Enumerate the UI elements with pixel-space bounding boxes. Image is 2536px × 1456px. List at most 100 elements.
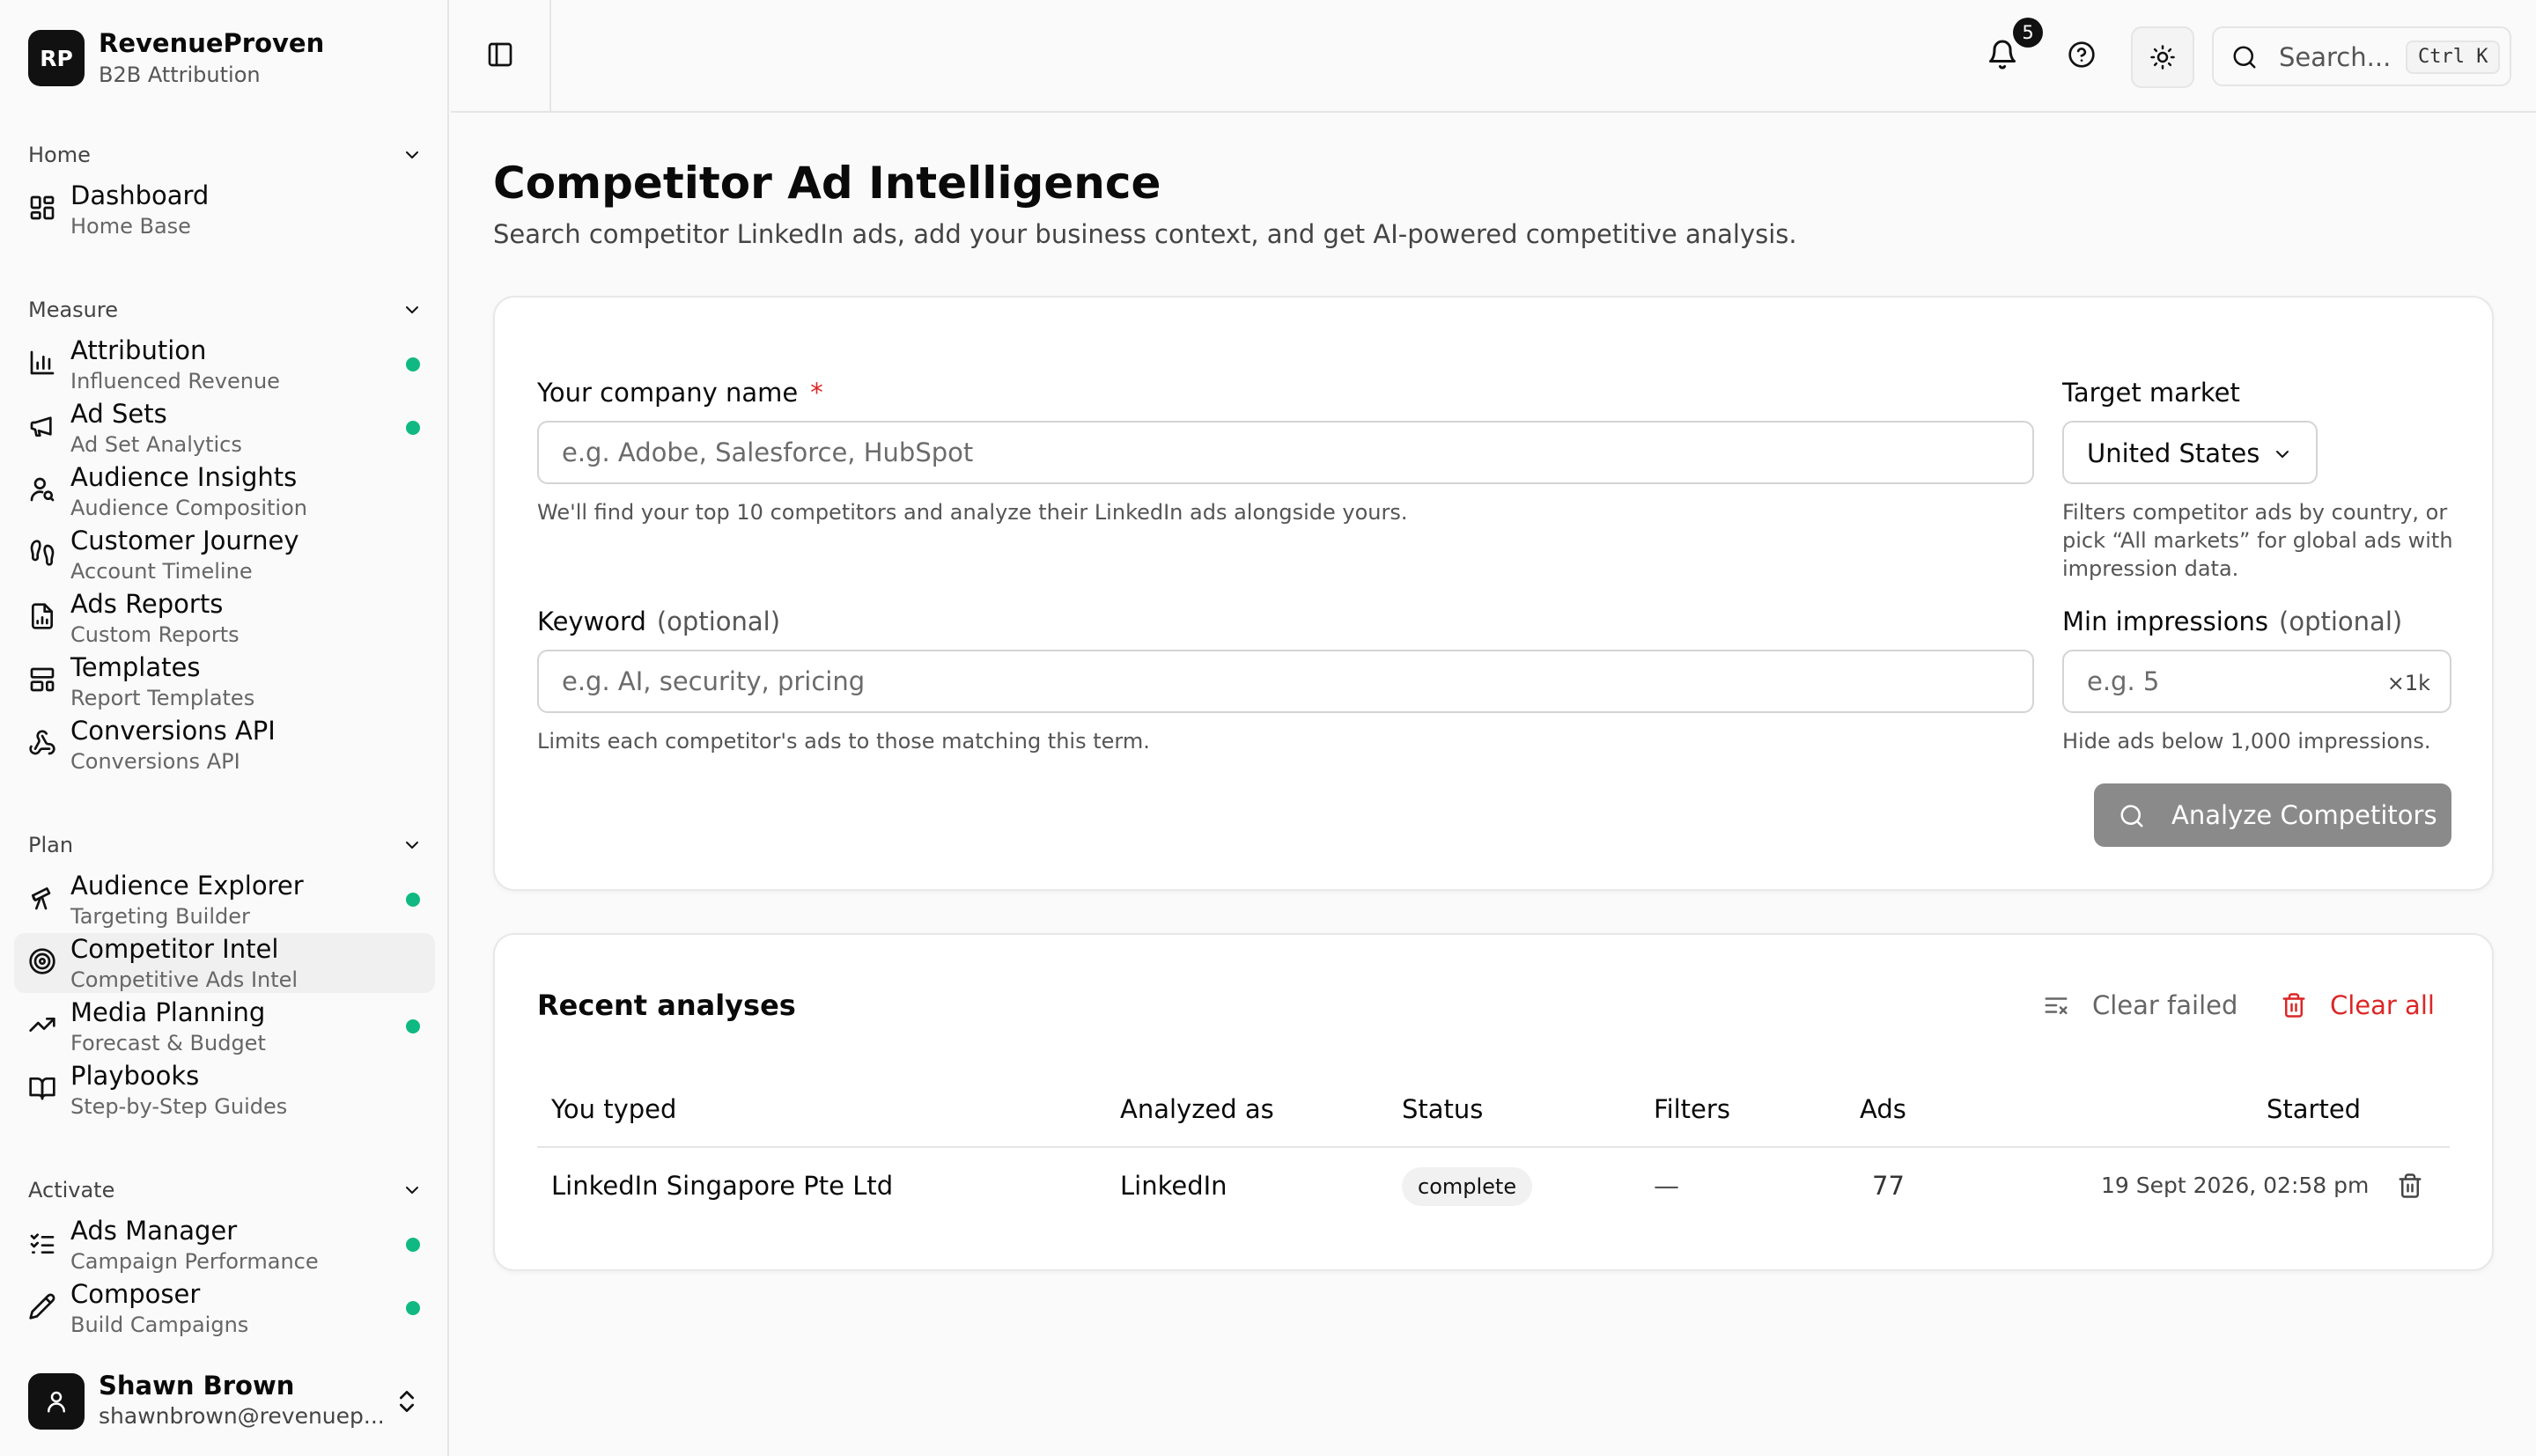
company-name-label: Your company name * [537,377,823,408]
notification-badge: 5 [2013,18,2043,48]
cell-ads: 77 [1872,1171,1905,1201]
sidebar-item-composer[interactable]: Composer Build Campaigns [14,1278,435,1338]
nav-group-plan[interactable]: Plan [28,827,423,863]
sidebar-item-title: Ad Sets [70,399,167,429]
keyword-label: Keyword (optional) [537,606,780,637]
min-impressions-label: Min impressions (optional) [2062,606,2402,637]
user-menu[interactable]: Shawn Brown shawnbrown@revenuep... [28,1370,433,1431]
column-header-filters: Filters [1654,1094,1730,1124]
grid-icon [30,195,55,220]
sidebar-item-conversions-api[interactable]: Conversions API Conversions API [14,715,435,775]
clear-failed-button[interactable]: Clear failed [2092,989,2237,1021]
sidebar-item-title: Audience Explorer [70,871,304,901]
trash-icon[interactable] [2397,1173,2423,1199]
sidebar-item-title: Media Planning [70,997,266,1027]
sidebar-item-ads-manager[interactable]: Ads Manager Campaign Performance [14,1215,435,1275]
sidebar-item-title: Playbooks [70,1061,200,1091]
sidebar-item-dashboard[interactable]: Dashboard Home Base [14,180,435,239]
layout-template-icon [30,667,55,692]
sidebar-item-subtitle: Forecast & Budget [70,1031,266,1055]
column-header-ads: Ads [1860,1094,1906,1124]
sidebar-item-subtitle: Ad Set Analytics [70,432,242,457]
sidebar-item-templates[interactable]: Templates Report Templates [14,651,435,711]
help-circle-icon[interactable] [2068,40,2096,69]
sidebar-item-customer-journey[interactable]: Customer Journey Account Timeline [14,525,435,585]
sidebar-item-title: Attribution [70,335,207,365]
sidebar-item-subtitle: Audience Composition [70,496,307,520]
chevron-down-icon [2276,451,2289,458]
company-name-label-text: Your company name [537,378,799,408]
file-chart-icon [32,603,53,629]
keyword-input[interactable]: e.g. AI, security, pricing [537,650,2034,713]
sidebar-item-media-planning[interactable]: Media Planning Forecast & Budget [14,996,435,1056]
sidebar-item-title: Customer Journey [70,526,299,555]
sidebar-item-title: Templates [70,652,201,682]
sidebar-item-subtitle: Competitive Ads Intel [70,967,299,992]
footprints-icon [30,540,55,566]
target-market-select[interactable]: United States [2062,421,2318,484]
sidebar-item-audience-insights[interactable]: Audience Insights Audience Composition [14,461,435,521]
analyze-competitors-button[interactable]: Analyze Competitors [2094,783,2451,847]
sidebar-item-title: Competitor Intel [70,934,279,964]
min-impressions-placeholder: e.g. 5 [2087,666,2160,696]
page-subtitle: Search competitor LinkedIn ads, add your… [493,219,1797,249]
sidebar-toggle-icon[interactable] [486,40,514,69]
sidebar-item-title: Ads Manager [70,1216,238,1246]
cell-you-typed: LinkedIn Singapore Pte Ltd [551,1171,894,1201]
chevron-down-icon [406,306,418,313]
target-market-help: Filters competitor ads by country, or pi… [2062,500,2453,581]
company-name-input[interactable]: e.g. Adobe, Salesforce, HubSpot [537,421,2034,484]
chevrons-up-down-icon [400,1391,414,1412]
nav-group-measure[interactable]: Measure [28,292,423,327]
sidebar-item-subtitle: Home Base [70,214,191,239]
telescope-icon [32,887,51,910]
search-button[interactable]: Search... Ctrl K [2212,26,2511,86]
sidebar-item-subtitle: Custom Reports [70,622,240,647]
column-header-analyzed-as: Analyzed as [1120,1094,1274,1124]
sidebar-item-title: Audience Insights [70,462,298,492]
webhook-icon [29,730,55,755]
sidebar-item-playbooks[interactable]: Playbooks Step-by-Step Guides [14,1060,435,1120]
megaphone-icon [30,416,52,437]
nav-group-home[interactable]: Home [28,137,423,173]
nav-group-label: Activate [28,1178,115,1202]
target-market-label: Target market [2062,378,2240,408]
clear-all-button[interactable]: Clear all [2330,989,2435,1021]
sidebar-item-competitor-intel[interactable]: Competitor Intel Competitive Ads Intel [14,933,435,993]
bell-icon[interactable] [1987,39,2018,70]
sidebar-item-ads-reports[interactable]: Ads Reports Custom Reports [14,588,435,648]
sidebar-item-subtitle: Account Timeline [70,559,253,584]
status-dot [406,357,420,371]
sidebar-item-title: Composer [70,1279,201,1309]
analyze-button-label: Analyze Competitors [2171,800,2437,830]
min-impressions-input[interactable]: e.g. 5 ×1k [2062,650,2451,713]
recent-analyses-title: Recent analyses [537,989,796,1022]
sidebar-item-subtitle: Step-by-Step Guides [70,1094,288,1119]
sidebar-item-subtitle: Campaign Performance [70,1249,319,1274]
optional-marker: (optional) [656,607,781,636]
cell-analyzed-as: LinkedIn [1120,1171,1227,1201]
status-dot [406,1019,420,1033]
sidebar-item-audience-explorer[interactable]: Audience Explorer Targeting Builder [14,870,435,930]
status-dot [406,421,420,435]
trending-up-icon [29,1018,55,1032]
search-icon [2120,805,2143,827]
sidebar-item-attribution[interactable]: Attribution Influenced Revenue [14,335,435,394]
avatar [28,1373,85,1430]
chevron-down-icon [406,151,418,158]
sidebar-item-title: Ads Reports [70,589,224,619]
trash-icon[interactable] [2281,992,2307,1018]
chevron-down-icon [406,1187,418,1194]
cell-filters: — [1654,1171,1679,1201]
sidebar-item-subtitle: Conversions API [70,749,240,774]
brand[interactable]: RP RevenueProven B2B Attribution [28,26,324,90]
user-icon [48,1391,65,1413]
nav-group-activate[interactable]: Activate [28,1173,423,1208]
list-checks-icon [30,1233,55,1254]
sidebar-item-ad-sets[interactable]: Ad Sets Ad Set Analytics [14,398,435,458]
page-title: Competitor Ad Intelligence [493,158,1161,209]
theme-toggle-button[interactable] [2131,26,2194,88]
keyword-label-text: Keyword [537,607,646,636]
list-x-icon[interactable] [2043,992,2069,1018]
required-marker: * [810,378,823,408]
